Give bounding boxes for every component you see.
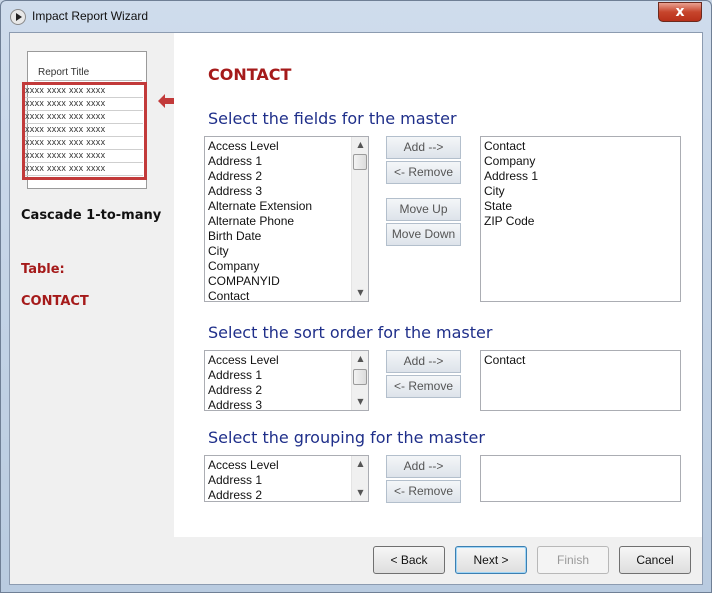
list-item[interactable]: Address 2 [207, 169, 350, 184]
move-down-button[interactable]: Move Down [386, 223, 461, 246]
fields-available-list[interactable]: Access Level Address 1 Address 2 Address… [204, 136, 369, 302]
sort-selected-list[interactable]: Contact [480, 350, 681, 411]
scroll-down-icon[interactable]: ▼ [352, 394, 368, 410]
list-item[interactable]: Address 3 [207, 398, 350, 410]
grouping-remove-button[interactable]: <- Remove [386, 480, 461, 503]
list-item[interactable]: Contact [483, 139, 678, 154]
list-item[interactable]: Access Level [207, 353, 350, 368]
back-button[interactable]: < Back [373, 546, 445, 574]
list-item[interactable]: ZIP Code [483, 214, 678, 229]
relationship-label: Cascade 1-to-many [21, 208, 162, 223]
scroll-down-icon[interactable]: ▼ [352, 485, 368, 501]
fields-heading: Select the fields for the master [208, 109, 457, 128]
scroll-up-icon[interactable]: ▲ [352, 351, 368, 367]
app-icon [10, 9, 26, 25]
grouping-scrollbar[interactable]: ▲ ▼ [351, 456, 368, 501]
fields-remove-button[interactable]: <- Remove [386, 161, 461, 184]
cancel-button[interactable]: Cancel [619, 546, 691, 574]
scroll-thumb[interactable] [353, 154, 367, 170]
list-item[interactable]: Contact [207, 289, 350, 301]
preview-highlight-box [22, 82, 147, 180]
sort-available-list[interactable]: Access Level Address 1 Address 2 Address… [204, 350, 369, 411]
sidebar: Report Title xxxx xxxx xxx xxxx xxxx xxx… [10, 33, 174, 537]
list-item[interactable]: Address 1 [207, 154, 350, 169]
list-item[interactable]: Address 2 [207, 488, 350, 501]
list-item[interactable]: Contact [483, 353, 678, 368]
sort-add-button[interactable]: Add --> [386, 350, 461, 373]
wizard-window: Impact Report Wizard x Report Title xxxx… [0, 0, 712, 593]
scroll-thumb[interactable] [353, 369, 367, 385]
fields-selected-list[interactable]: Contact Company Address 1 City State ZIP… [480, 136, 681, 302]
list-item[interactable]: Address 2 [207, 383, 350, 398]
list-item[interactable]: Address 3 [207, 184, 350, 199]
move-up-button[interactable]: Move Up [386, 198, 461, 221]
sort-heading: Select the sort order for the master [208, 323, 493, 342]
list-item[interactable]: Company [483, 154, 678, 169]
scroll-down-icon[interactable]: ▼ [352, 285, 368, 301]
table-name: CONTACT [21, 294, 89, 309]
grouping-available-list[interactable]: Access Level Address 1 Address 2 ▲ ▼ [204, 455, 369, 502]
list-item[interactable]: Address 1 [483, 169, 678, 184]
sort-remove-button[interactable]: <- Remove [386, 375, 461, 398]
list-item[interactable]: Access Level [207, 139, 350, 154]
grouping-heading: Select the grouping for the master [208, 428, 485, 447]
section-title: CONTACT [208, 65, 292, 84]
fields-scrollbar[interactable]: ▲ ▼ [351, 137, 368, 301]
next-button[interactable]: Next > [455, 546, 527, 574]
list-item[interactable]: City [483, 184, 678, 199]
title-bar[interactable]: Impact Report Wizard x [1, 1, 711, 33]
list-item[interactable]: Company [207, 259, 350, 274]
list-item[interactable]: Alternate Phone [207, 214, 350, 229]
sort-scrollbar[interactable]: ▲ ▼ [351, 351, 368, 410]
arrow-left-icon [158, 94, 174, 108]
window-title: Impact Report Wizard [32, 9, 149, 23]
list-item[interactable]: Alternate Extension [207, 199, 350, 214]
footer-bar: < Back Next > Finish Cancel [10, 537, 702, 584]
list-item[interactable]: Address 1 [207, 368, 350, 383]
list-item[interactable]: Birth Date [207, 229, 350, 244]
close-button[interactable]: x [658, 2, 702, 22]
main-panel: CONTACT Select the fields for the master… [174, 33, 702, 537]
list-item[interactable]: City [207, 244, 350, 259]
finish-button[interactable]: Finish [537, 546, 609, 574]
list-item[interactable]: Address 1 [207, 473, 350, 488]
preview-title: Report Title [38, 67, 90, 78]
preview-divider [34, 80, 142, 81]
list-item[interactable]: COMPANYID [207, 274, 350, 289]
fields-add-button[interactable]: Add --> [386, 136, 461, 159]
grouping-add-button[interactable]: Add --> [386, 455, 461, 478]
list-item[interactable]: State [483, 199, 678, 214]
table-label: Table: [21, 262, 65, 277]
wizard-client-area: Report Title xxxx xxxx xxx xxxx xxxx xxx… [9, 32, 703, 585]
scroll-up-icon[interactable]: ▲ [352, 137, 368, 153]
grouping-selected-list[interactable] [480, 455, 681, 502]
list-item[interactable]: Access Level [207, 458, 350, 473]
scroll-up-icon[interactable]: ▲ [352, 456, 368, 472]
